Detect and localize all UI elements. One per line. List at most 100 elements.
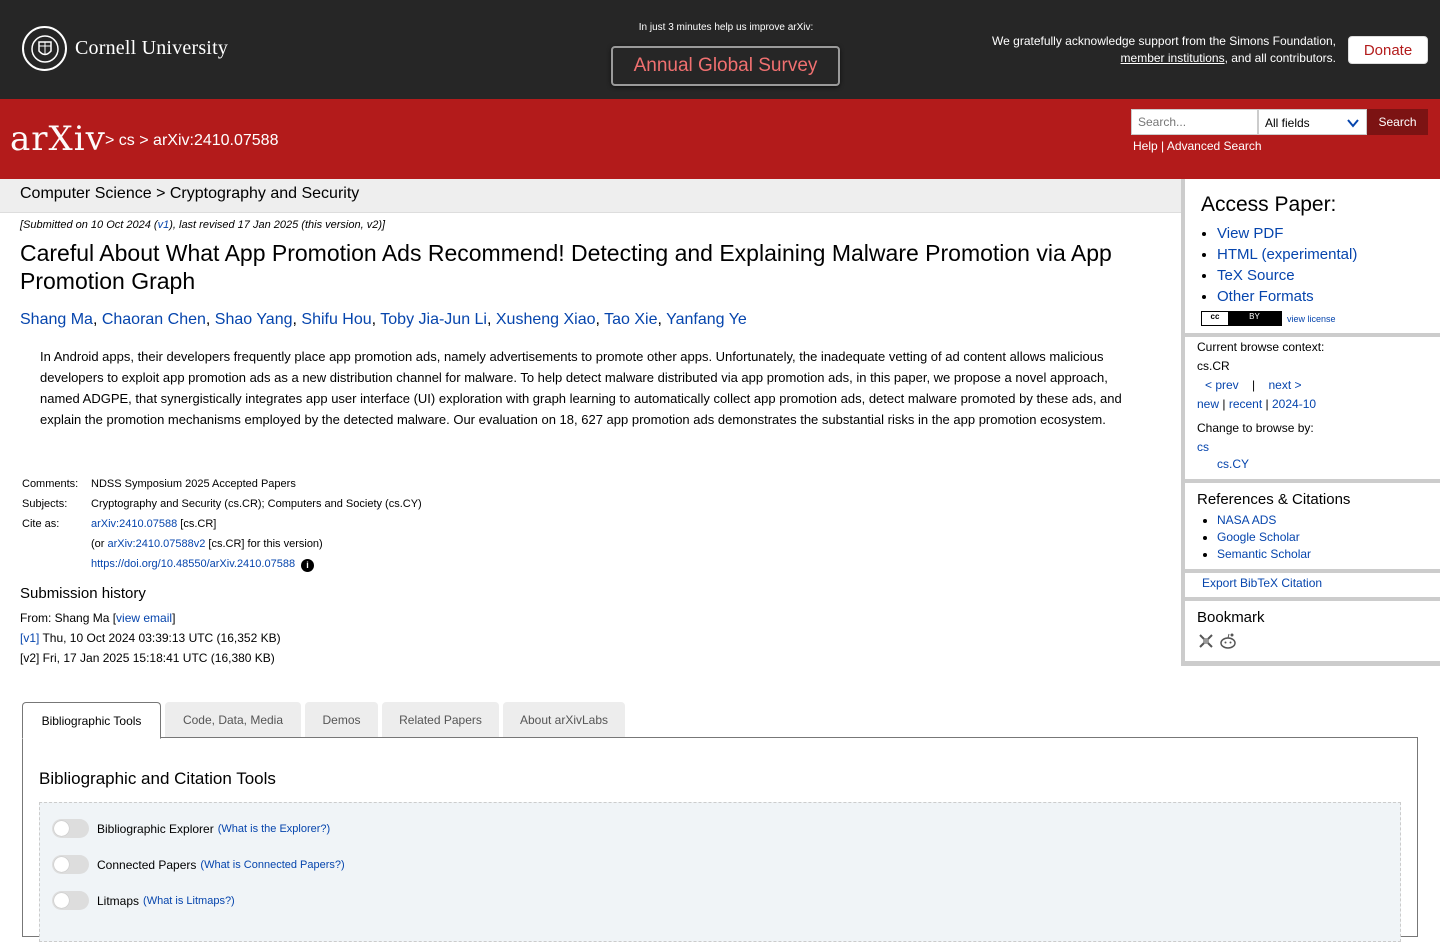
tool-help-link[interactable]: (What is the Explorer?) — [218, 823, 330, 835]
tab-related-papers[interactable]: Related Papers — [382, 702, 499, 737]
tool-label: Connected Papers — [97, 857, 197, 872]
doi-link[interactable]: https://doi.org/10.48550/arXiv.2410.0758… — [91, 558, 295, 570]
author-link[interactable]: Chaoran Chen — [102, 311, 206, 328]
support-line-2: , and all contributors. — [1224, 51, 1336, 65]
subjects-row: Subjects: Cryptography and Security (cs.… — [20, 494, 424, 514]
connected-papers-toggle[interactable] — [52, 855, 89, 874]
annual-survey-button[interactable]: Annual Global Survey — [611, 46, 840, 86]
author-link[interactable]: Shao Yang — [215, 311, 293, 328]
submission-history-title: Submission history — [20, 585, 146, 602]
export-bibtex-link[interactable]: Export BibTeX Citation — [1202, 576, 1322, 590]
tools-panel: Bibliographic and Citation Tools Bibliog… — [22, 737, 1418, 942]
v2-history-text: [v2] Fri, 17 Jan 2025 15:18:41 UTC (16,3… — [20, 651, 275, 665]
next-link[interactable]: next > — [1269, 378, 1302, 392]
paper-title: Careful About What App Promotion Ads Rec… — [20, 240, 1112, 294]
comments-label: Comments: — [22, 478, 79, 490]
subject-heading: Computer Science > Cryptography and Secu… — [0, 179, 1181, 213]
donate-button[interactable]: Donate — [1348, 36, 1428, 64]
cite-label: Cite as: — [22, 518, 60, 530]
tex-source-link[interactable]: TeX Source — [1217, 267, 1295, 284]
nasa-ads-link[interactable]: NASA ADS — [1217, 513, 1276, 527]
search-button[interactable]: Search — [1367, 109, 1428, 135]
tools-panel-title: Bibliographic and Citation Tools — [39, 769, 276, 788]
support-text: We gratefully acknowledge support from t… — [992, 33, 1336, 67]
by-label: BY — [1228, 312, 1281, 325]
nav-separator: | — [1252, 378, 1256, 392]
v1-link[interactable]: v1 — [158, 219, 170, 231]
new-link[interactable]: new — [1197, 397, 1219, 411]
semantic-scholar-link[interactable]: Semantic Scholar — [1217, 547, 1311, 561]
nav-separator: | — [1222, 397, 1226, 411]
view-email-link[interactable]: view email — [116, 611, 172, 625]
cite-version-text: [cs.CR] for this version) — [205, 538, 323, 550]
reddit-icon[interactable] — [1219, 632, 1237, 650]
breadcrumb: > cs > arXiv:2410.07588 — [105, 132, 278, 150]
cc-by-license-icon[interactable]: cc BY — [1201, 311, 1282, 326]
search-field-select[interactable]: All fields — [1258, 109, 1367, 135]
bibsonomy-icon[interactable] — [1197, 632, 1215, 650]
html-link[interactable]: HTML (experimental) — [1217, 246, 1357, 263]
submission-history: From: Shang Ma [view email] [v1] Thu, 10… — [20, 608, 281, 668]
v1-history-link[interactable]: [v1] — [20, 631, 39, 645]
help-link[interactable]: Help — [1133, 139, 1158, 153]
member-institutions-link[interactable]: member institutions — [1121, 51, 1225, 65]
cite-v2-link[interactable]: arXiv:2410.07588v2 — [108, 538, 206, 550]
tab-bibliographic-tools[interactable]: Bibliographic Tools — [22, 702, 161, 739]
author-separator: , — [657, 311, 667, 328]
revised-text: ), last revised 17 Jan 2025 (this versio… — [169, 219, 386, 231]
tool-help-link[interactable]: (What is Connected Papers?) — [200, 859, 344, 871]
bibliographic-explorer-toggle[interactable] — [52, 819, 89, 838]
author-link[interactable]: Tao Xie — [604, 311, 657, 328]
submission-dates: [Submitted on 10 Oct 2024 (v1), last rev… — [20, 219, 385, 231]
references-title: References & Citations — [1197, 491, 1351, 508]
access-links: View PDF HTML (experimental) TeX Source … — [1185, 223, 1440, 307]
author-link[interactable]: Xusheng Xiao — [496, 311, 596, 328]
cite-or-text: (or — [91, 538, 108, 550]
change-browse-label: Change to browse by: — [1197, 421, 1314, 435]
comments-row: Comments: NDSS Symposium 2025 Accepted P… — [20, 474, 424, 494]
advanced-search-link[interactable]: Advanced Search — [1167, 139, 1262, 153]
chevron-down-icon — [1347, 119, 1359, 128]
view-pdf-link[interactable]: View PDF — [1217, 225, 1283, 242]
author-link[interactable]: Shifu Hou — [301, 311, 371, 328]
support-line-1: We gratefully acknowledge support from t… — [992, 34, 1336, 48]
access-paper-title: Access Paper: — [1201, 193, 1337, 216]
references-links: NASA ADS Google Scholar Semantic Scholar — [1185, 512, 1440, 563]
tab-code-data-media[interactable]: Code, Data, Media — [165, 702, 301, 737]
google-scholar-link[interactable]: Google Scholar — [1217, 530, 1300, 544]
author-separator: , — [205, 311, 215, 328]
breadcrumb-cs-link[interactable]: cs — [119, 132, 135, 149]
from-close: ] — [172, 611, 176, 625]
tab-about-arxivlabs[interactable]: About arXivLabs — [503, 702, 625, 737]
bookmark-title: Bookmark — [1197, 609, 1265, 626]
browse-cs-link[interactable]: cs — [1197, 440, 1209, 454]
recent-link[interactable]: recent — [1229, 397, 1262, 411]
license: cc BY view license — [1201, 311, 1440, 326]
cite-id-link[interactable]: arXiv:2410.07588 — [91, 518, 177, 530]
search-input[interactable]: Search... — [1131, 109, 1258, 135]
author-link[interactable]: Toby Jia-Jun Li — [380, 311, 487, 328]
other-formats-link[interactable]: Other Formats — [1217, 288, 1314, 305]
breadcrumb-separator: > — [139, 132, 149, 149]
tab-demos[interactable]: Demos — [305, 702, 378, 737]
author-link[interactable]: Shang Ma — [20, 311, 93, 328]
browse-cscy-link[interactable]: cs.CY — [1217, 457, 1249, 471]
help-links: Help | Advanced Search — [1133, 139, 1262, 153]
prev-link[interactable]: < prev — [1205, 378, 1239, 392]
tool-help-link[interactable]: (What is Litmaps?) — [143, 895, 235, 907]
view-license-link[interactable]: view license — [1287, 314, 1336, 324]
litmaps-toggle[interactable] — [52, 891, 89, 910]
info-icon[interactable]: i — [301, 559, 315, 572]
submitted-text: [Submitted on 10 Oct 2024 ( — [20, 219, 158, 231]
tool-litmaps: Litmaps (What is Litmaps?) — [52, 891, 235, 910]
month-link[interactable]: 2024-10 — [1272, 397, 1316, 411]
bibtex-box: Export BibTeX Citation — [1185, 573, 1440, 597]
survey-note: In just 3 minutes help us improve arXiv: — [638, 22, 814, 33]
site-header: arXiv > cs > arXiv:2410.07588 Search... … — [0, 99, 1440, 179]
author-link[interactable]: Yanfang Ye — [666, 311, 747, 328]
tool-label: Bibliographic Explorer — [97, 821, 214, 836]
arxiv-logo[interactable]: arXiv — [10, 119, 106, 159]
tools-list: Bibliographic Explorer (What is the Expl… — [39, 802, 1401, 942]
author-separator: , — [92, 311, 102, 328]
metadata-table: Comments: NDSS Symposium 2025 Accepted P… — [20, 474, 424, 574]
